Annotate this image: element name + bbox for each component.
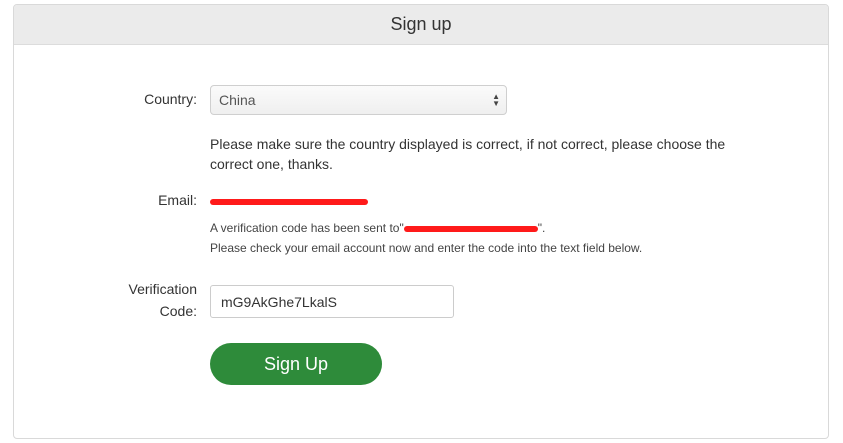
verification-instruction: Please check your email account now and … [210,241,643,255]
signup-panel: Sign up Country: China ▲ ▼ Please make su… [13,4,829,439]
code-label: Verification Code: [14,278,197,322]
email-redaction-inline [403,225,538,232]
page-title: Sign up [390,14,452,34]
email-label: Email: [158,192,197,208]
verification-sent-prefix: A verification code has been sent to" [210,221,404,235]
country-label: Country: [144,91,197,107]
country-note: Please make sure the country displayed i… [210,136,726,172]
sign-up-button[interactable]: Sign Up [210,343,382,385]
panel-header: Sign up [14,5,828,45]
country-select[interactable]: China ▲ ▼ [210,85,507,115]
updown-chevron-icon: ▲ ▼ [492,92,500,108]
country-select-value: China [219,92,256,108]
verification-code-input[interactable] [210,285,454,318]
email-value-redacted [210,191,368,211]
code-label-line2: Code: [159,303,197,319]
code-label-line1: Verification [128,281,197,297]
verification-sent-suffix: ". [537,221,546,235]
verification-sent-text: A verification code has been sent to" ". [210,218,545,238]
email-redaction [210,199,368,206]
